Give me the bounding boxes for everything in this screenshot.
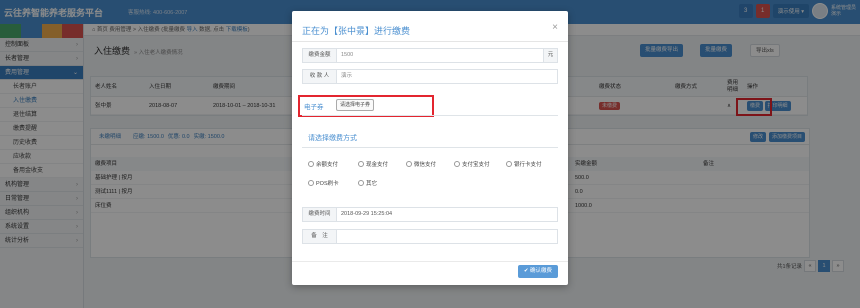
pay-time-value[interactable]: 2018-09-29 15:25:04 <box>341 208 392 221</box>
confirm-payment-button[interactable]: ✔ 确认缴费 <box>517 265 558 278</box>
radio-pos[interactable]: POS刷卡 <box>308 179 339 187</box>
divider <box>302 147 558 148</box>
radio-circle-icon <box>506 161 512 167</box>
radio-circle-icon <box>308 180 314 186</box>
amount-value[interactable]: 1500 <box>341 49 353 62</box>
payment-modal: 正在为【张中景】进行缴费 × 缴费金额 1500 元 收 款 人 演示 电子券 … <box>292 11 568 285</box>
select-coupon-button[interactable]: 请选择电子券 <box>336 99 375 111</box>
pay-time-field[interactable]: 缴费时间 2018-09-29 15:25:04 <box>302 207 558 222</box>
radio-circle-icon <box>358 161 364 167</box>
radio-other[interactable]: 其它 <box>358 179 377 187</box>
amount-field[interactable]: 缴费金额 1500 元 <box>302 48 558 63</box>
radio-circle-icon <box>308 161 314 167</box>
divider <box>302 115 558 116</box>
radio-bankcard[interactable]: 银行卡支付 <box>506 160 542 168</box>
radio-circle-icon <box>406 161 412 167</box>
radio-circle-icon <box>454 161 460 167</box>
pay-method-title: 请选择缴费方式 <box>308 135 357 142</box>
divider <box>292 261 568 262</box>
coupon-label: 电子券 <box>304 104 324 111</box>
payee-value[interactable]: 演示 <box>341 70 352 83</box>
radio-cash[interactable]: 现金支付 <box>358 160 388 168</box>
close-icon[interactable]: × <box>552 22 558 33</box>
radio-circle-icon <box>358 180 364 186</box>
amount-label: 缴费金额 <box>303 49 337 62</box>
amount-unit: 元 <box>543 49 557 62</box>
radio-wechat[interactable]: 微信支付 <box>406 160 436 168</box>
remark-label: 备 注 <box>303 230 337 243</box>
remark-field[interactable]: 备 注 <box>302 229 558 244</box>
pay-time-label: 缴费时间 <box>303 208 337 221</box>
payee-field[interactable]: 收 款 人 演示 <box>302 69 558 84</box>
radio-balance[interactable]: 余额支付 <box>308 160 338 168</box>
payee-label: 收 款 人 <box>303 70 337 83</box>
modal-title: 正在为【张中景】进行缴费 <box>302 26 411 36</box>
divider <box>292 41 568 42</box>
radio-alipay[interactable]: 支付宝支付 <box>454 160 490 168</box>
